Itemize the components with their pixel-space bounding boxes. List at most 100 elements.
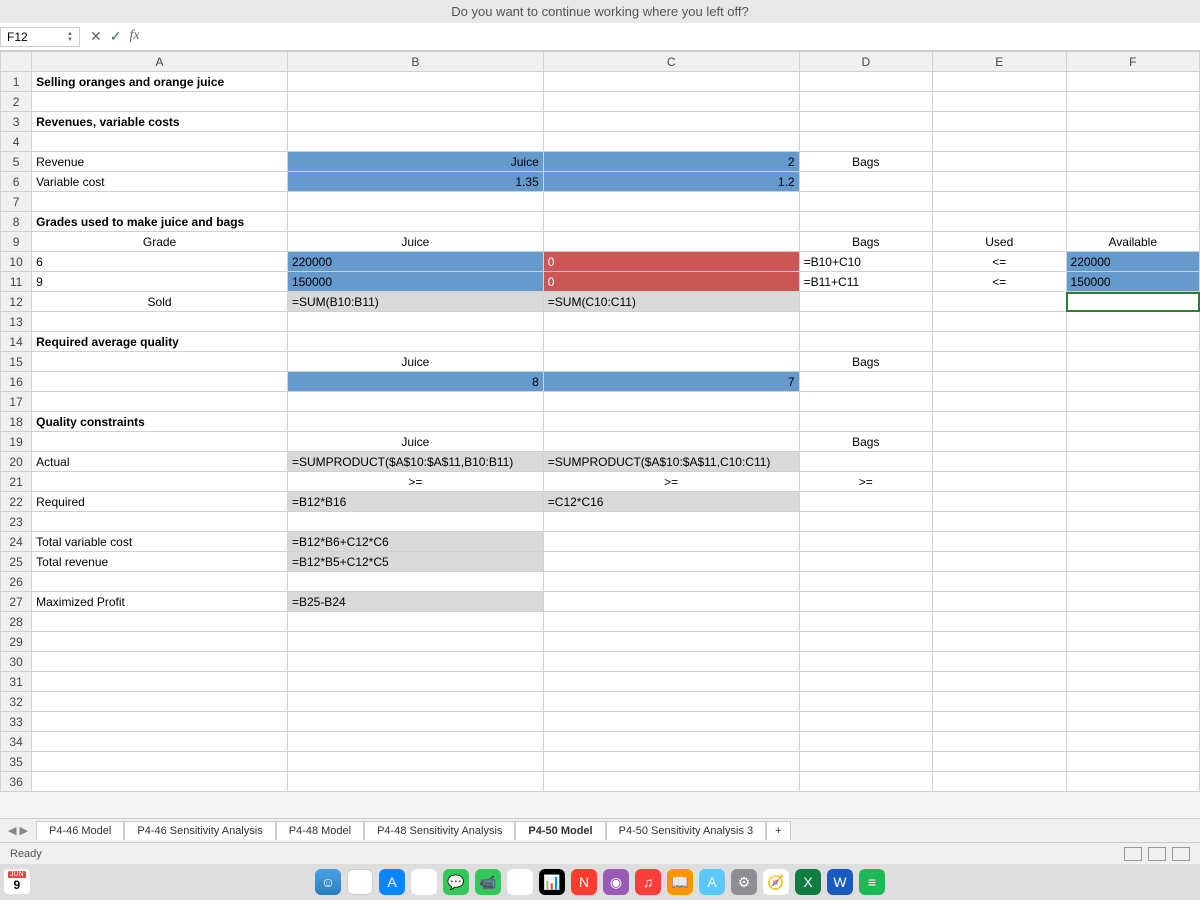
notes-icon[interactable]: ✎ [507, 869, 533, 895]
table-row[interactable]: 19JuiceBags [1, 432, 1200, 452]
cell[interactable] [1066, 132, 1199, 152]
cell[interactable] [32, 132, 288, 152]
cell[interactable] [1066, 692, 1199, 712]
cell[interactable] [933, 452, 1066, 472]
cell[interactable]: Selling oranges and orange juice [32, 72, 288, 92]
cell[interactable] [543, 712, 799, 732]
settings-icon[interactable]: ⚙ [731, 869, 757, 895]
cancel-icon[interactable]: ✕ [90, 28, 102, 45]
sheet-tab[interactable]: P4-46 Sensitivity Analysis [124, 821, 275, 840]
table-row[interactable]: 5RevenueJuice2Bags [1, 152, 1200, 172]
stocks-icon[interactable]: 📊 [539, 869, 565, 895]
table-row[interactable]: 29 [1, 632, 1200, 652]
cell[interactable]: Quality constraints [32, 412, 288, 432]
cell[interactable] [799, 72, 932, 92]
cell[interactable] [933, 692, 1066, 712]
cell[interactable] [32, 672, 288, 692]
table-row[interactable]: 20Actual=SUMPRODUCT($A$10:$A$11,B10:B11)… [1, 452, 1200, 472]
cell[interactable] [933, 772, 1066, 792]
cell[interactable] [933, 712, 1066, 732]
cell[interactable] [933, 612, 1066, 632]
cell[interactable] [799, 532, 932, 552]
cell[interactable]: Juice [287, 232, 543, 252]
table-row[interactable]: 4 [1, 132, 1200, 152]
cell[interactable] [1066, 552, 1199, 572]
table-row[interactable]: 1Selling oranges and orange juice [1, 72, 1200, 92]
row-header[interactable]: 16 [1, 372, 32, 392]
cell[interactable]: Actual [32, 452, 288, 472]
col-header[interactable]: D [799, 52, 932, 72]
row-header[interactable]: 13 [1, 312, 32, 332]
cell[interactable] [933, 652, 1066, 672]
cell[interactable] [1066, 472, 1199, 492]
word-icon[interactable]: W [827, 869, 853, 895]
cell[interactable] [543, 512, 799, 532]
cell[interactable]: 0 [543, 272, 799, 292]
cell[interactable]: Grades used to make juice and bags [32, 212, 288, 232]
cell[interactable] [933, 292, 1066, 312]
cell[interactable] [933, 132, 1066, 152]
cell[interactable] [287, 132, 543, 152]
cell[interactable] [543, 392, 799, 412]
cell[interactable] [543, 592, 799, 612]
cell[interactable] [1066, 152, 1199, 172]
music-icon[interactable]: ♫ [635, 869, 661, 895]
cell[interactable]: Revenue [32, 152, 288, 172]
cell[interactable] [799, 692, 932, 712]
table-row[interactable]: 8Grades used to make juice and bags [1, 212, 1200, 232]
tab-nav[interactable]: ◀ ▶ [0, 824, 36, 837]
cell[interactable]: Required [32, 492, 288, 512]
cell[interactable] [543, 652, 799, 672]
table-row[interactable]: 26 [1, 572, 1200, 592]
row-header[interactable]: 6 [1, 172, 32, 192]
photos-icon[interactable]: ✿ [411, 869, 437, 895]
cell[interactable]: 6 [32, 252, 288, 272]
news-icon[interactable]: N [571, 869, 597, 895]
cell[interactable] [32, 572, 288, 592]
row-header[interactable]: 11 [1, 272, 32, 292]
table-row[interactable]: 1687 [1, 372, 1200, 392]
cell[interactable] [543, 632, 799, 652]
cell[interactable] [543, 132, 799, 152]
cell[interactable] [1066, 352, 1199, 372]
table-row[interactable]: 23 [1, 512, 1200, 532]
cell[interactable] [933, 412, 1066, 432]
cell[interactable] [287, 212, 543, 232]
cell[interactable] [287, 112, 543, 132]
cell[interactable] [1066, 412, 1199, 432]
cell[interactable]: =B10+C10 [799, 252, 932, 272]
messages-icon[interactable]: 💬 [443, 869, 469, 895]
select-all-corner[interactable] [1, 52, 32, 72]
cell[interactable] [543, 312, 799, 332]
table-row[interactable]: 27Maximized Profit=B25-B24 [1, 592, 1200, 612]
cell[interactable]: 8 [287, 372, 543, 392]
table-row[interactable]: 36 [1, 772, 1200, 792]
cell[interactable] [933, 732, 1066, 752]
safari-icon[interactable]: 🧭 [763, 869, 789, 895]
cell[interactable] [933, 532, 1066, 552]
cell[interactable]: >= [287, 472, 543, 492]
cell[interactable] [1066, 492, 1199, 512]
cell[interactable] [287, 692, 543, 712]
cell[interactable]: Variable cost [32, 172, 288, 192]
name-box[interactable]: F12 ▲▼ [0, 27, 80, 47]
cell[interactable] [287, 392, 543, 412]
cell[interactable]: =C12*C16 [543, 492, 799, 512]
cell[interactable] [799, 112, 932, 132]
cell[interactable] [1066, 312, 1199, 332]
col-header[interactable]: F [1066, 52, 1199, 72]
row-header[interactable]: 32 [1, 692, 32, 712]
cell[interactable] [1066, 372, 1199, 392]
table-row[interactable]: 34 [1, 732, 1200, 752]
cell[interactable] [933, 192, 1066, 212]
row-header[interactable]: 5 [1, 152, 32, 172]
cell[interactable] [1066, 92, 1199, 112]
cell[interactable] [933, 432, 1066, 452]
confirm-icon[interactable]: ✓ [110, 28, 122, 45]
row-header[interactable]: 2 [1, 92, 32, 112]
cell[interactable] [933, 372, 1066, 392]
cell[interactable] [32, 632, 288, 652]
macos-dock[interactable]: JUN 9 ☺ ⊞ A ✿ 💬 📹 ✎ 📊 N ◉ ♫ 📖 A ⚙ 🧭 X W … [0, 864, 1200, 900]
row-header[interactable]: 35 [1, 752, 32, 772]
facetime-icon[interactable]: 📹 [475, 869, 501, 895]
